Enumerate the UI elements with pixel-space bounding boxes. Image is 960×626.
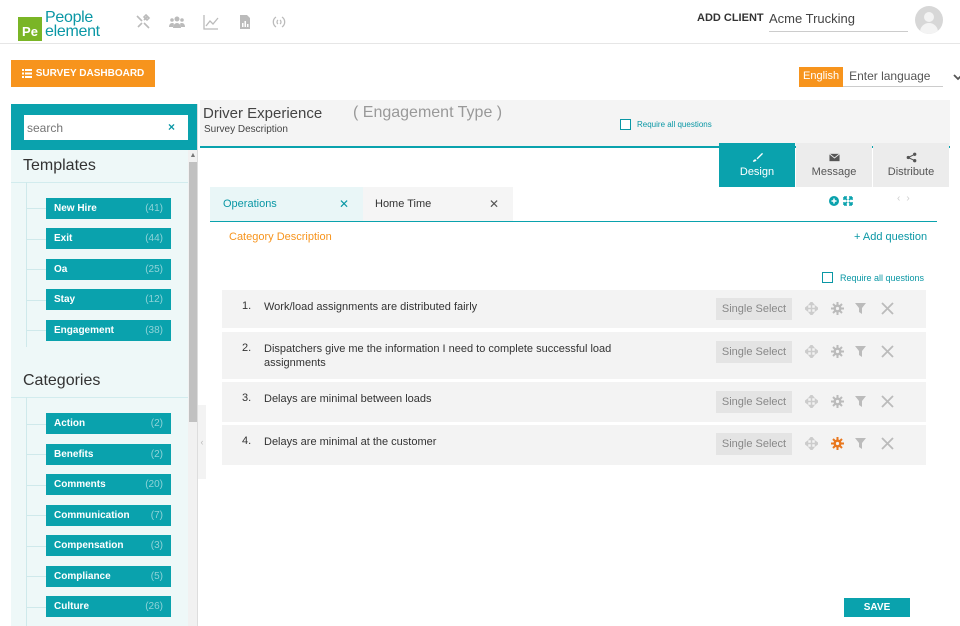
sidebar-scroll-thumb[interactable]: [189, 162, 197, 422]
question-type-select[interactable]: Single Select: [716, 433, 792, 455]
envelope-icon: [828, 153, 840, 162]
sidebar-collapse-handle[interactable]: ‹: [198, 405, 206, 479]
survey-dashboard-button[interactable]: SURVEY DASHBOARD: [11, 60, 155, 87]
top-nav-icons: [128, 12, 298, 32]
close-icon[interactable]: ✕: [489, 197, 499, 211]
scroll-up-icon[interactable]: ▲: [189, 152, 197, 160]
tab-operations[interactable]: Operations ✕: [210, 187, 363, 221]
tab-design[interactable]: Design: [719, 143, 795, 187]
question-text[interactable]: Dispatchers give me the information I ne…: [264, 342, 624, 370]
question-type-select[interactable]: Single Select: [716, 298, 792, 320]
close-icon[interactable]: ✕: [339, 197, 349, 211]
question-text[interactable]: Delays are minimal at the customer: [264, 435, 624, 449]
gear-icon[interactable]: [831, 345, 844, 358]
gear-icon[interactable]: [831, 437, 844, 450]
template-stay[interactable]: Stay (12): [46, 289, 171, 310]
close-icon[interactable]: [881, 395, 894, 408]
question-row[interactable]: 1. Work/load assignments are distributed…: [222, 290, 926, 328]
add-circle-icon[interactable]: [829, 196, 839, 206]
survey-title[interactable]: Driver Experience: [203, 105, 322, 122]
question-number: 2.: [242, 342, 252, 354]
survey-header: Driver Experience Survey Description ( E…: [200, 100, 950, 148]
add-question-link[interactable]: + Add question: [854, 231, 927, 243]
template-oa[interactable]: Oa (25): [46, 259, 171, 280]
question-row[interactable]: 2. Dispatchers give me the information I…: [222, 332, 926, 379]
require-all-checkbox[interactable]: [620, 119, 631, 130]
tools-icon[interactable]: [128, 12, 158, 32]
avatar[interactable]: [915, 6, 943, 34]
close-icon[interactable]: [881, 345, 894, 358]
engagement-type[interactable]: ( Engagement Type ): [353, 104, 502, 122]
filter-icon[interactable]: [854, 345, 867, 358]
language-selected[interactable]: English: [799, 66, 844, 87]
categories-title: Categories: [23, 372, 101, 389]
category-comments[interactable]: Comments (20): [46, 474, 171, 495]
question-number: 4.: [242, 435, 252, 447]
template-exit[interactable]: Exit (44): [46, 228, 171, 249]
close-icon[interactable]: [881, 302, 894, 315]
move-icon[interactable]: [803, 435, 820, 452]
client-select[interactable]: Acme Trucking: [769, 10, 908, 32]
top-bar: Pe People element ADD CLIENT Acme Trucki…: [0, 0, 960, 44]
require-all-questions[interactable]: Require all questions: [822, 272, 924, 283]
filter-icon[interactable]: [854, 437, 867, 450]
tab-home-time[interactable]: Home Time ✕: [363, 187, 513, 221]
require-all-questions-checkbox[interactable]: [822, 272, 833, 283]
question-number: 1.: [242, 300, 252, 312]
save-button[interactable]: SAVE: [844, 598, 910, 617]
tab-distribute[interactable]: Distribute: [873, 143, 949, 187]
category-compensation[interactable]: Compensation (3): [46, 535, 171, 556]
chevron-down-icon[interactable]: [953, 72, 960, 82]
filter-icon[interactable]: [854, 302, 867, 315]
logo-text-line2: element: [45, 23, 100, 40]
gear-icon[interactable]: [831, 395, 844, 408]
category-compliance[interactable]: Compliance (5): [46, 566, 171, 587]
logo-mark: Pe: [18, 17, 42, 41]
category-description[interactable]: Category Description: [229, 231, 332, 243]
search-input[interactable]: [24, 115, 188, 140]
brush-icon: [752, 152, 763, 163]
language-input[interactable]: Enter language: [843, 66, 944, 87]
require-all-survey[interactable]: Require all questions: [620, 119, 712, 130]
list-icon: [21, 69, 32, 78]
category-tabs: Operations ✕ Home Time ✕: [210, 187, 937, 222]
move-icon[interactable]: [803, 393, 820, 410]
tab-scroll-arrows[interactable]: ‹›: [897, 193, 916, 204]
survey-description[interactable]: Survey Description: [204, 124, 288, 135]
expand-icon[interactable]: [843, 196, 853, 206]
move-icon[interactable]: [803, 343, 820, 360]
users-icon[interactable]: [162, 12, 192, 32]
category-communication[interactable]: Communication (7): [46, 505, 171, 526]
share-icon: [906, 152, 916, 163]
report-icon[interactable]: [230, 12, 260, 32]
close-icon[interactable]: ×: [168, 120, 175, 134]
question-type-select[interactable]: Single Select: [716, 391, 792, 413]
question-number: 3.: [242, 392, 252, 404]
question-row[interactable]: 4. Delays are minimal at the customer Si…: [222, 425, 926, 465]
template-new-hire[interactable]: New Hire (41): [46, 198, 171, 219]
templates-title: Templates: [23, 157, 96, 174]
question-type-select[interactable]: Single Select: [716, 341, 792, 363]
broadcast-icon[interactable]: [264, 12, 294, 32]
template-engagement[interactable]: Engagement (38): [46, 320, 171, 341]
category-benefits[interactable]: Benefits (2): [46, 444, 171, 465]
chart-icon[interactable]: [196, 12, 226, 32]
category-action[interactable]: Action (2): [46, 413, 171, 434]
add-client-link[interactable]: ADD CLIENT: [697, 12, 764, 24]
close-icon[interactable]: [881, 437, 894, 450]
survey-dashboard-label: SURVEY DASHBOARD: [35, 68, 145, 79]
filter-icon[interactable]: [854, 395, 867, 408]
sidebar: × Templates New Hire(41) Exit(44) Oa(25)…: [11, 104, 198, 626]
question-row[interactable]: 3. Delays are minimal between loads Sing…: [222, 382, 926, 422]
tab-message[interactable]: Message: [796, 143, 872, 187]
move-icon[interactable]: [803, 300, 820, 317]
gear-icon[interactable]: [831, 302, 844, 315]
mode-tabs: Design Message Distribute: [719, 143, 950, 187]
question-text[interactable]: Work/load assignments are distributed fa…: [264, 300, 624, 314]
language-selector: English Enter language: [799, 66, 960, 87]
category-tools: [829, 196, 853, 206]
question-text[interactable]: Delays are minimal between loads: [264, 392, 624, 406]
brand-logo[interactable]: Pe People element: [18, 9, 100, 41]
category-culture[interactable]: Culture (26): [46, 596, 171, 617]
